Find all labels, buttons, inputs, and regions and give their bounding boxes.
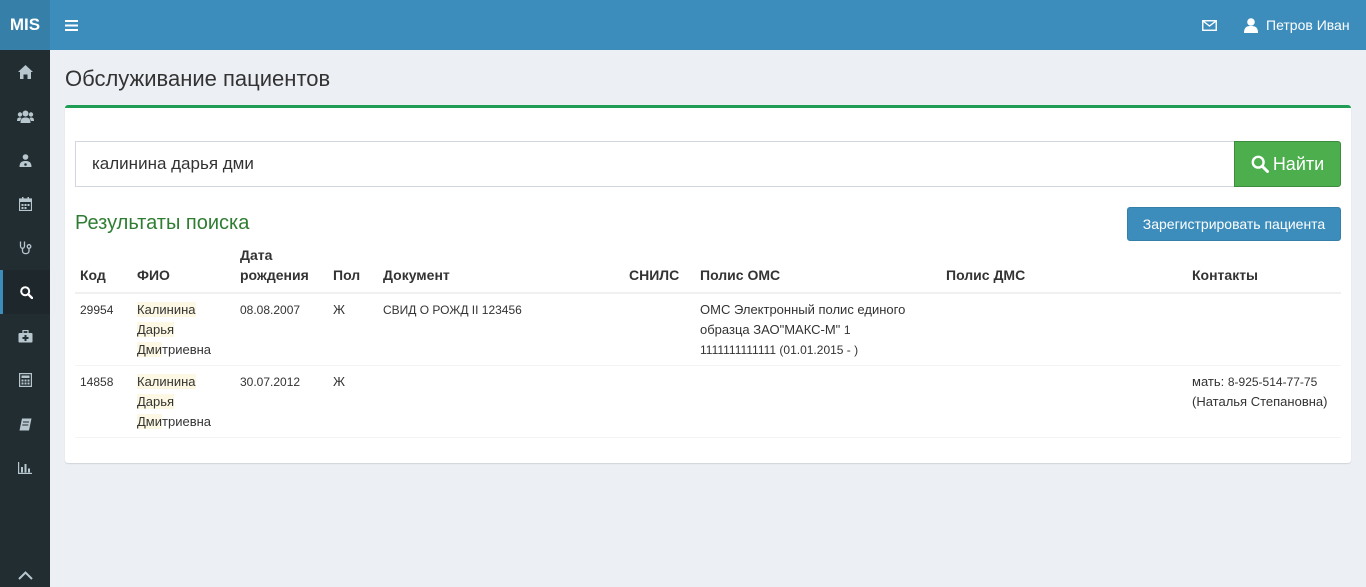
hamburger-icon[interactable] (60, 14, 82, 36)
fio-patronymic-rest: триевна (162, 414, 212, 429)
column-header-fio[interactable]: ФИО (132, 245, 235, 294)
cell-contacts (1187, 293, 1341, 366)
column-header-dob-line1: Дата (240, 247, 273, 263)
chevron-up-icon[interactable] (0, 563, 50, 587)
fio-patronymic-match: Дми (137, 414, 163, 429)
cell-document: СВИД О РОЖД II 123456 (378, 293, 624, 366)
cell-document (378, 365, 624, 438)
search-button-label: Найти (1272, 153, 1325, 174)
cell-sex: Ж (328, 365, 378, 438)
cell-sex: Ж (328, 293, 378, 366)
register-patient-button[interactable]: Зарегистрировать пациента (1127, 207, 1341, 241)
contacts-phone: 8-925-514-77-75 (1227, 375, 1318, 389)
search-icon (1251, 155, 1269, 173)
cell-code: 29954 (75, 293, 132, 366)
fio-first-name: Дарья (137, 322, 175, 337)
home-icon[interactable] (0, 50, 50, 94)
top-navbar: MIS Петров Иван (0, 0, 1366, 50)
search-box-panel: Найти Результаты поиска Зарегистрировать… (65, 105, 1351, 463)
column-header-code[interactable]: Код (75, 245, 132, 294)
oms-line2-number: 1 (843, 323, 851, 337)
doctor-icon[interactable] (0, 138, 50, 182)
calendar-icon[interactable] (0, 182, 50, 226)
user-icon (1244, 17, 1258, 33)
envelope-icon[interactable] (1199, 15, 1219, 35)
bar-chart-icon[interactable] (0, 446, 50, 490)
contacts-person: (Наталья Степановна) (1192, 394, 1328, 409)
column-header-dob[interactable]: Дата рождения (235, 245, 328, 294)
cell-dms (941, 365, 1187, 438)
cell-contacts: мать: 8-925-514-77-75 (Наталья Степановн… (1187, 365, 1341, 438)
column-header-dob-line2: рождения (240, 267, 309, 283)
search-button[interactable]: Найти (1234, 141, 1341, 187)
column-header-document[interactable]: Документ (378, 245, 624, 294)
fio-patronymic-match: Дми (137, 342, 163, 357)
book-icon[interactable] (0, 402, 50, 446)
oms-line3: 1111111111111 (01.01.2015 - ) (700, 343, 859, 357)
cell-dob: 30.07.2012 (235, 365, 328, 438)
cell-dob: 08.08.2007 (235, 293, 328, 366)
calculator-icon[interactable] (0, 358, 50, 402)
table-header-row: Код ФИО Дата рождения Пол Документ СНИЛС … (75, 245, 1341, 294)
results-table: Код ФИО Дата рождения Пол Документ СНИЛС … (75, 245, 1341, 438)
search-input[interactable] (75, 141, 1235, 187)
sidebar (0, 50, 50, 587)
app-logo[interactable]: MIS (0, 0, 50, 50)
cell-fio: Калинина Дарья Дмитриевна (132, 293, 235, 366)
stethoscope-icon[interactable] (0, 226, 50, 270)
cell-dms (941, 293, 1187, 366)
cell-oms: ОМС Электронный полис единого образца ЗА… (695, 293, 941, 366)
fio-last-name: Калинина (137, 374, 196, 389)
users-icon[interactable] (0, 94, 50, 138)
table-row[interactable]: 29954 Калинина Дарья Дмитриевна 08.08.20… (75, 293, 1341, 366)
user-name: Петров Иван (1266, 17, 1350, 33)
cell-snils (624, 293, 695, 366)
results-title: Результаты поиска (75, 212, 250, 234)
cell-oms (695, 365, 941, 438)
user-menu[interactable]: Петров Иван (1244, 13, 1350, 37)
fio-last-name: Калинина (137, 302, 196, 317)
fio-patronymic-rest: триевна (162, 342, 212, 357)
medkit-icon[interactable] (0, 314, 50, 358)
column-header-oms[interactable]: Полис ОМС (695, 245, 941, 294)
column-header-sex[interactable]: Пол (328, 245, 378, 294)
page-title: Обслуживание пациентов (65, 66, 331, 91)
column-header-contacts[interactable]: Контакты (1187, 245, 1341, 294)
table-row[interactable]: 14858 Калинина Дарья Дмитриевна 30.07.20… (75, 365, 1341, 438)
search-icon[interactable] (0, 270, 50, 314)
cell-fio: Калинина Дарья Дмитриевна (132, 365, 235, 438)
column-header-snils[interactable]: СНИЛС (624, 245, 695, 294)
fio-first-name: Дарья (137, 394, 175, 409)
contacts-label: мать: (1192, 374, 1225, 389)
cell-code: 14858 (75, 365, 132, 438)
column-header-dms[interactable]: Полис ДМС (941, 245, 1187, 294)
oms-line1: ОМС Электронный полис единого (700, 302, 906, 317)
oms-line2: образца ЗАО"МАКС-М" (700, 322, 841, 337)
cell-snils (624, 365, 695, 438)
